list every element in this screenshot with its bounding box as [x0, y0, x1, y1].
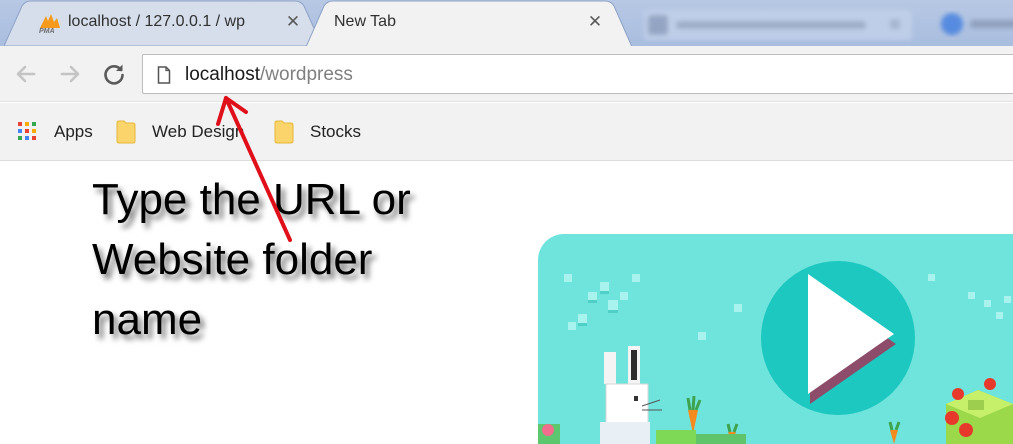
annotation-line: Website folder	[92, 235, 373, 284]
svg-text:PMA: PMA	[39, 28, 55, 34]
close-tab-icon[interactable]: ✕	[284, 12, 302, 32]
bookmark-web-design[interactable]: Web Design	[116, 120, 266, 144]
reload-icon[interactable]	[100, 60, 128, 88]
tab-title: localhost / 127.0.0.1 / wp	[68, 13, 245, 30]
new-tab-page: Type the URL or Website folder name	[0, 162, 1013, 444]
carrot-icon	[888, 421, 901, 444]
bookmark-label: Web Design	[152, 122, 245, 141]
apple-cube	[945, 378, 1013, 444]
carrot-icon	[686, 395, 702, 434]
bookmarks-bar: Apps Web Design Stocks	[0, 103, 1013, 161]
folder-icon	[116, 120, 136, 149]
tab-phpmyadmin[interactable]: PMA localhost / 127.0.0.1 / wp ✕	[4, 0, 322, 46]
url-path: /wordpress	[260, 64, 353, 85]
folder-icon	[274, 120, 294, 149]
background-window-tab	[640, 4, 920, 42]
forward-icon[interactable]	[56, 60, 84, 88]
apps-grid-icon	[18, 122, 37, 141]
annotation-line: Type the URL or	[92, 175, 411, 224]
page-icon	[157, 66, 171, 89]
tab-title: New Tab	[334, 13, 396, 30]
browser-toolbar: localhost/wordpress	[0, 46, 1013, 102]
play-icon	[761, 261, 915, 415]
bookmark-apps[interactable]: Apps	[18, 120, 108, 144]
background-window-tab	[922, 4, 1013, 42]
phpmyadmin-icon: PMA	[38, 12, 60, 35]
address-bar[interactable]: localhost/wordpress	[142, 54, 1013, 94]
url-host: localhost	[185, 64, 260, 85]
instruction-annotation: Type the URL or Website folder name	[92, 170, 512, 350]
bookmark-label: Apps	[54, 122, 93, 141]
tab-strip: PMA localhost / 127.0.0.1 / wp ✕ New Tab…	[0, 0, 1013, 46]
bookmark-label: Stocks	[310, 122, 362, 141]
bookmark-stocks[interactable]: Stocks	[274, 120, 374, 144]
annotation-line: name	[92, 295, 203, 344]
close-tab-icon[interactable]: ✕	[586, 12, 604, 32]
tab-new-tab[interactable]: New Tab ✕	[306, 0, 632, 46]
back-icon[interactable]	[12, 60, 40, 88]
google-doodle[interactable]	[538, 234, 1013, 444]
bunny-character	[600, 346, 662, 444]
url-text[interactable]: localhost/wordpress	[185, 64, 353, 86]
